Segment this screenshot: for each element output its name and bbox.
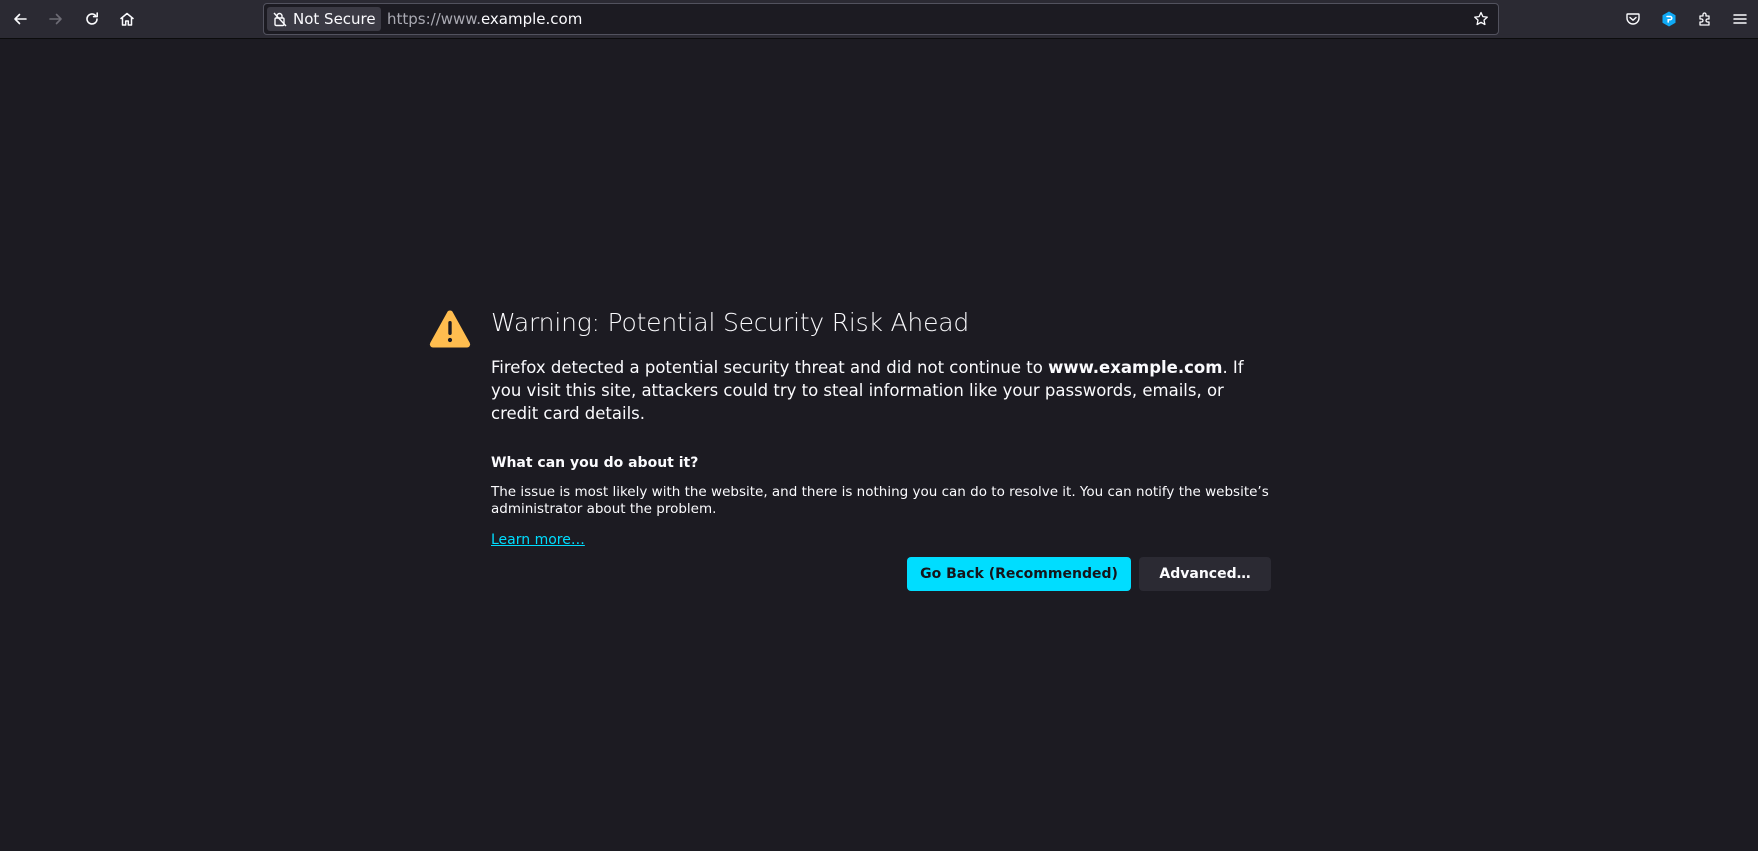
insecure-lock-icon (273, 12, 287, 27)
extensions-button[interactable] (1690, 4, 1720, 34)
home-button[interactable] (112, 4, 142, 34)
browser-toolbar: Not Secure https://www.example.com (0, 0, 1758, 39)
app-menu-button[interactable] (1725, 4, 1755, 34)
intro-hostname: www.example.com (1048, 358, 1223, 377)
url-prefix: https://www. (387, 10, 481, 28)
puzzle-icon (1699, 12, 1710, 26)
home-icon (120, 12, 134, 26)
url-text[interactable]: https://www.example.com (387, 10, 582, 28)
detail-text: The issue is most likely with the websit… (491, 484, 1269, 517)
intro-text-start: Firefox detected a potential security th… (491, 358, 1049, 377)
intro-text: Firefox detected a potential security th… (491, 356, 1271, 425)
arrow-left-icon (14, 13, 27, 25)
reload-button[interactable] (77, 4, 107, 34)
button-row: Go Back (Recommended) Advanced… (907, 557, 1271, 591)
section-heading: What can you do about it? (491, 455, 699, 471)
bookmark-button[interactable] (1470, 8, 1492, 30)
pocket-button[interactable] (1618, 4, 1648, 34)
arrow-right-icon (49, 13, 62, 25)
identity-label: Not Secure (293, 10, 376, 28)
back-button[interactable] (5, 4, 35, 34)
hamburger-menu-icon (1733, 14, 1747, 24)
warning-icon (429, 310, 471, 348)
url-bar[interactable]: Not Secure https://www.example.com (263, 3, 1499, 35)
pocket-icon (1626, 13, 1640, 25)
page-title: Warning: Potential Security Risk Ahead (491, 308, 970, 337)
extension-badge-icon (1662, 11, 1676, 27)
error-content: Warning: Potential Security Risk Ahead F… (491, 304, 1271, 548)
advanced-button[interactable]: Advanced… (1139, 557, 1271, 591)
learn-more-link[interactable]: Learn more… (491, 532, 585, 548)
go-back-button[interactable]: Go Back (Recommended) (907, 557, 1131, 591)
forward-button[interactable] (41, 4, 71, 34)
site-identity-button[interactable]: Not Secure (267, 7, 381, 31)
reload-icon (86, 12, 98, 25)
extension-button[interactable] (1654, 4, 1684, 34)
url-domain: example.com (480, 10, 583, 28)
star-icon (1474, 11, 1488, 26)
